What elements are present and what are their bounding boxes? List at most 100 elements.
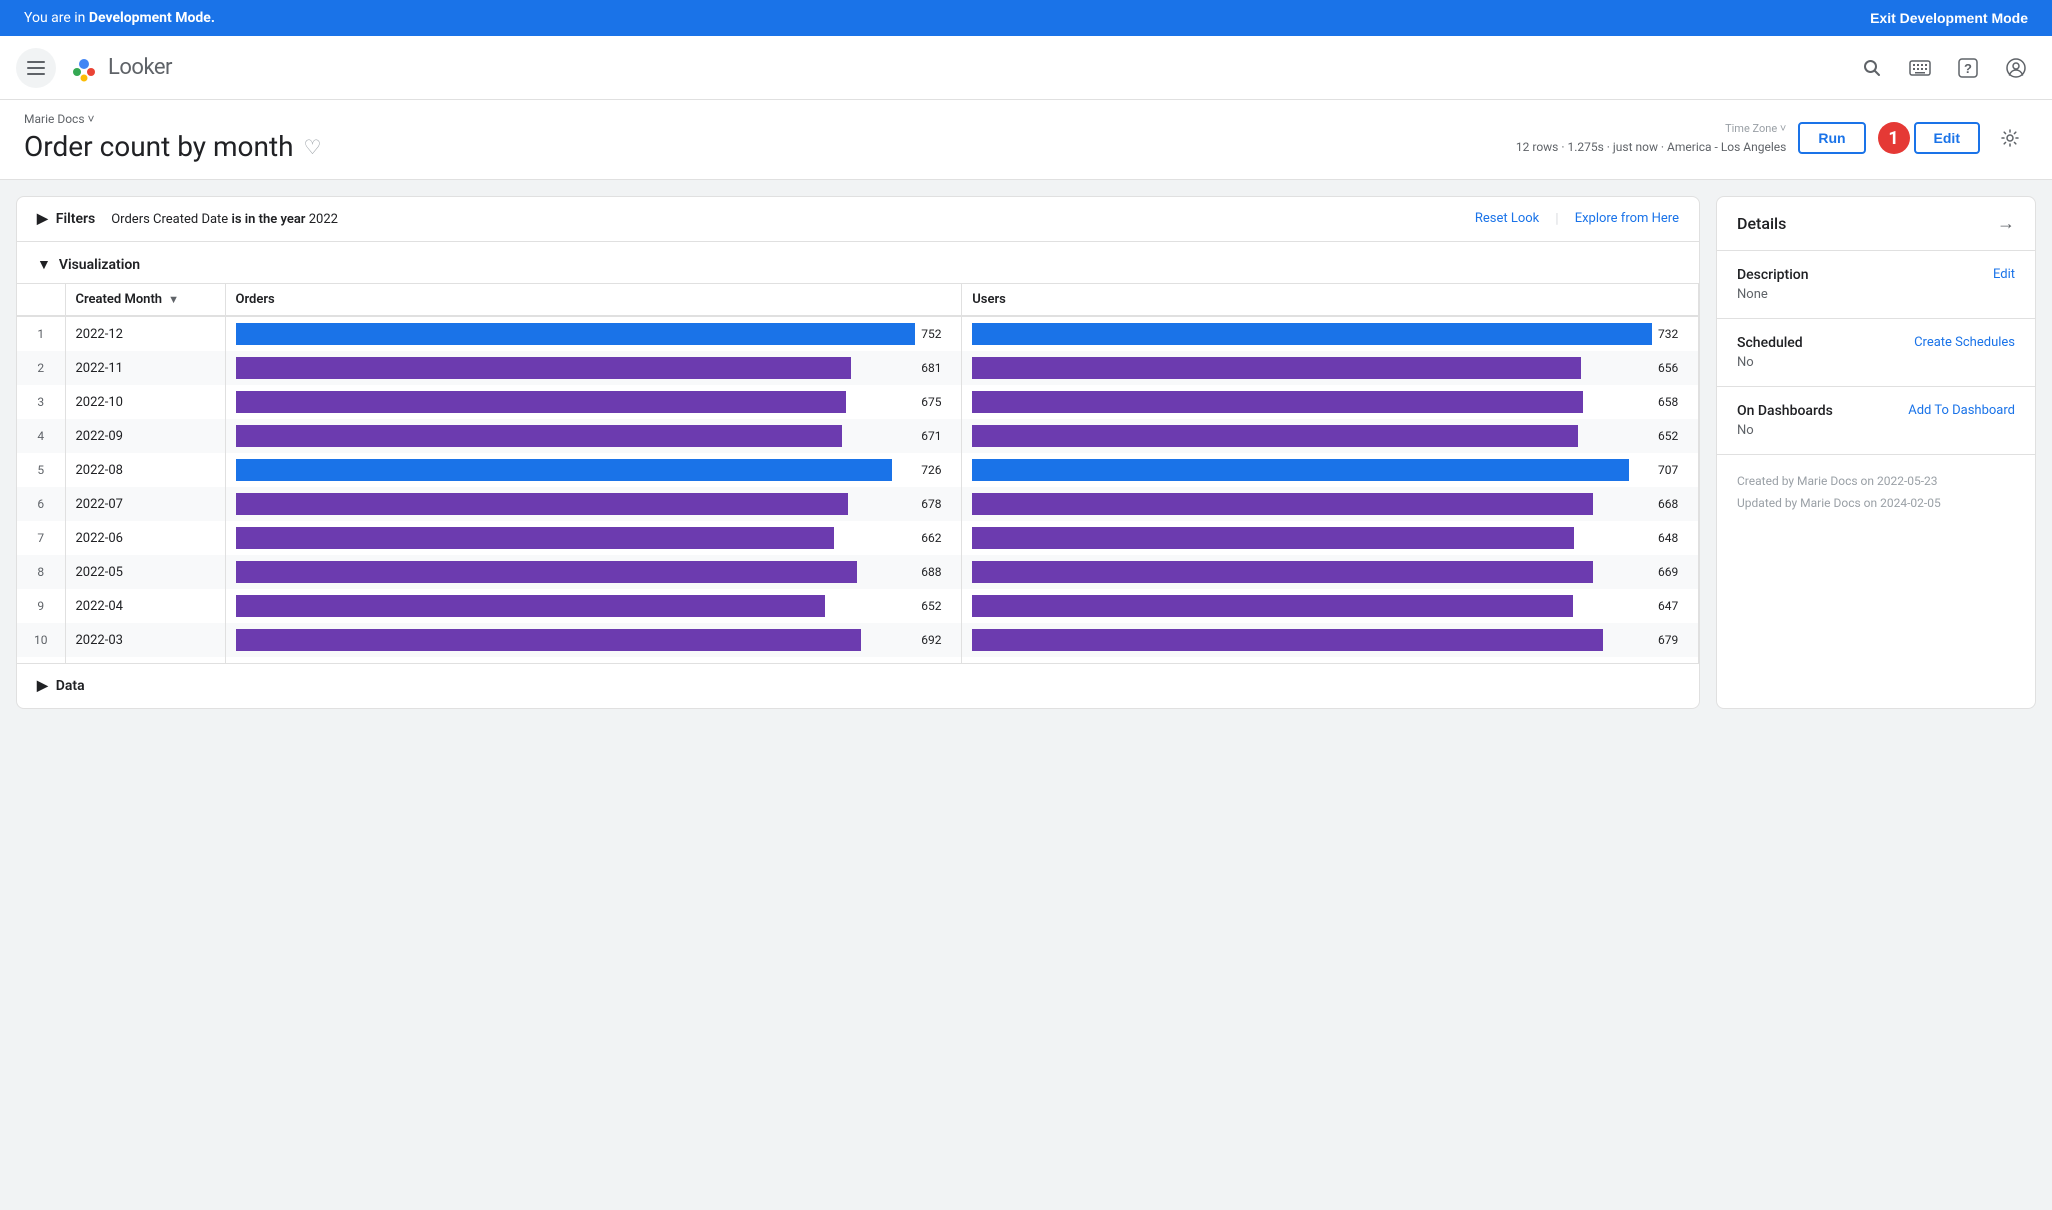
viz-title: Visualization xyxy=(59,257,140,273)
exit-dev-button[interactable]: Exit Development Mode xyxy=(1870,10,2028,26)
scheduled-section: Scheduled Create Schedules No xyxy=(1717,319,2035,387)
dev-banner-text: You are in Development Mode. xyxy=(24,10,215,26)
row-users: 648 xyxy=(962,521,1699,555)
timezone-label: Time Zone ˅ xyxy=(1516,120,1786,138)
data-toggle: ▶ Data xyxy=(37,678,85,694)
details-title: Details xyxy=(1737,214,1786,233)
logo-text: Looker xyxy=(108,55,172,80)
svg-text:?: ? xyxy=(1964,61,1972,76)
row-month: 2022-05 xyxy=(65,555,225,589)
page-title: Order count by month ♡ xyxy=(24,130,321,163)
dev-banner: You are in Development Mode. Exit Develo… xyxy=(0,0,2052,36)
row-index: 4 xyxy=(17,419,65,453)
row-month: 2022-09 xyxy=(65,419,225,453)
table-row: 10 2022-03 692 679 xyxy=(17,623,1699,657)
row-month: 2022-07 xyxy=(65,487,225,521)
triangle-right-data-icon: ▶ xyxy=(37,678,48,694)
account-button[interactable] xyxy=(1996,48,2036,88)
row-users: 652 xyxy=(962,419,1699,453)
favorite-icon[interactable]: ♡ xyxy=(304,135,322,159)
filters-section: ▶ Filters Orders Created Date is in the … xyxy=(17,197,1699,242)
row-index: 3 xyxy=(17,385,65,419)
row-orders: 688 xyxy=(225,555,962,589)
row-index: 8 xyxy=(17,555,65,589)
row-month: 2022-02 xyxy=(65,657,225,663)
edit-button[interactable]: Edit xyxy=(1914,122,1980,154)
explore-from-here-link[interactable]: Explore from Here xyxy=(1575,211,1679,227)
details-arrow-icon[interactable]: → xyxy=(1997,213,2015,234)
table-row: 2 2022-11 681 656 xyxy=(17,351,1699,385)
table-row: 9 2022-04 652 647 xyxy=(17,589,1699,623)
row-users: 679 xyxy=(962,623,1699,657)
row-orders: 671 xyxy=(225,419,962,453)
row-index: 10 xyxy=(17,623,65,657)
row-orders: 681 xyxy=(225,351,962,385)
filter-text: Orders Created Date is in the year 2022 xyxy=(111,212,338,227)
data-section[interactable]: ▶ Data xyxy=(17,663,1699,708)
create-schedules-link[interactable]: Create Schedules xyxy=(1914,335,2015,350)
row-users: 707 xyxy=(962,453,1699,487)
page-title-text: Order count by month xyxy=(24,130,294,163)
row-users: 656 xyxy=(962,351,1699,385)
breadcrumb[interactable]: Marie Docs ˅ xyxy=(24,112,321,126)
sort-arrow-icon: ▼ xyxy=(168,293,179,306)
row-month: 2022-11 xyxy=(65,351,225,385)
description-section: Description Edit None xyxy=(1717,251,2035,319)
row-users: 597 xyxy=(962,657,1699,663)
updated-text: Updated by Marie Docs on 2024-02-05 xyxy=(1737,493,2015,515)
row-month: 2022-03 xyxy=(65,623,225,657)
help-button[interactable]: ? xyxy=(1948,48,1988,88)
description-row: Description Edit xyxy=(1737,267,2015,283)
row-users: 658 xyxy=(962,385,1699,419)
run-button[interactable]: Run xyxy=(1798,122,1865,154)
table-wrapper[interactable]: Created Month ▼ Orders Users 1 2022-12 xyxy=(17,283,1699,663)
logo-area: Looker xyxy=(68,52,172,84)
col-users[interactable]: Users xyxy=(962,284,1699,316)
description-label: Description xyxy=(1737,267,1809,283)
row-users: 647 xyxy=(962,589,1699,623)
add-to-dashboard-link[interactable]: Add To Dashboard xyxy=(1908,403,2015,418)
looker-logo-icon xyxy=(68,52,100,84)
search-button[interactable] xyxy=(1852,48,1892,88)
row-month: 2022-12 xyxy=(65,316,225,351)
col-index xyxy=(17,284,65,316)
row-month: 2022-06 xyxy=(65,521,225,555)
row-index: 9 xyxy=(17,589,65,623)
row-index: 1 xyxy=(17,316,65,351)
created-text: Created by Marie Docs on 2022-05-23 xyxy=(1737,471,2015,493)
table-row: 3 2022-10 675 658 xyxy=(17,385,1699,419)
col-orders[interactable]: Orders xyxy=(225,284,962,316)
keyboard-button[interactable] xyxy=(1900,48,1940,88)
data-label: Data xyxy=(56,678,85,694)
triangle-down-icon: ▼ xyxy=(37,256,51,273)
data-table: Created Month ▼ Orders Users 1 2022-12 xyxy=(17,284,1699,663)
dashboards-row: On Dashboards Add To Dashboard xyxy=(1737,403,2015,419)
row-month: 2022-08 xyxy=(65,453,225,487)
scheduled-label: Scheduled xyxy=(1737,335,1803,351)
row-orders: 675 xyxy=(225,385,962,419)
step-badge: 1 xyxy=(1878,122,1910,154)
row-users: 669 xyxy=(962,555,1699,589)
row-orders: 752 xyxy=(225,316,962,351)
table-header-row: Created Month ▼ Orders Users xyxy=(17,284,1699,316)
row-index: 11 xyxy=(17,657,65,663)
table-row: 4 2022-09 671 652 xyxy=(17,419,1699,453)
description-value: None xyxy=(1737,287,2015,302)
row-month: 2022-10 xyxy=(65,385,225,419)
row-index: 2 xyxy=(17,351,65,385)
hamburger-button[interactable] xyxy=(16,48,56,88)
table-body: 1 2022-12 752 732 2 202 xyxy=(17,316,1699,663)
row-index: 7 xyxy=(17,521,65,555)
table-row: 5 2022-08 726 707 xyxy=(17,453,1699,487)
filters-toggle[interactable]: ▶ Filters xyxy=(37,211,95,227)
reset-look-link[interactable]: Reset Look xyxy=(1475,211,1539,227)
table-row: 7 2022-06 662 648 xyxy=(17,521,1699,555)
settings-button[interactable] xyxy=(1992,120,2028,156)
row-users: 732 xyxy=(962,316,1699,351)
description-edit-link[interactable]: Edit xyxy=(1993,267,2015,282)
viz-header[interactable]: ▼ Visualization xyxy=(17,242,1699,283)
scheduled-row: Scheduled Create Schedules xyxy=(1737,335,2015,351)
row-orders: 692 xyxy=(225,623,962,657)
col-created-month[interactable]: Created Month ▼ xyxy=(65,284,225,316)
row-orders: 726 xyxy=(225,453,962,487)
